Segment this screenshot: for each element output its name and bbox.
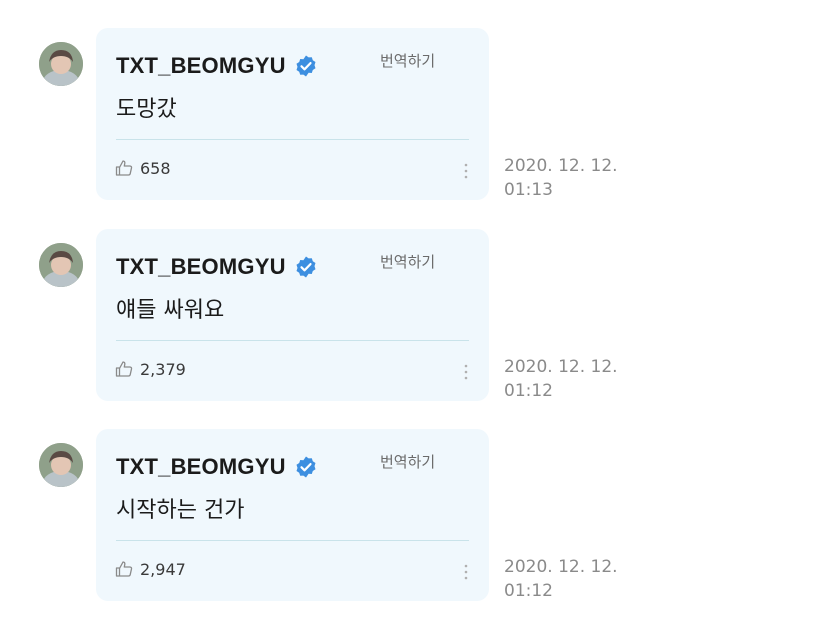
translate-button[interactable]: 번역하기 bbox=[380, 50, 435, 71]
like-count: 658 bbox=[140, 158, 171, 178]
avatar[interactable] bbox=[39, 443, 83, 487]
author-row: TXT_BEOMGYU bbox=[116, 251, 318, 283]
author-row: TXT_BEOMGYU bbox=[116, 50, 318, 82]
thumbs-up-icon bbox=[114, 158, 134, 178]
verified-badge-icon bbox=[294, 455, 318, 479]
more-vertical-icon[interactable] bbox=[462, 562, 470, 582]
username[interactable]: TXT_BEOMGYU bbox=[116, 254, 286, 280]
avatar[interactable] bbox=[39, 243, 83, 287]
comment-item: TXT_BEOMGYU 번역하기 얘들 싸워요 2,379 2020. 12. … bbox=[0, 229, 827, 401]
comment-item: TXT_BEOMGYU 번역하기 시작하는 건가 2,947 2020. 12.… bbox=[0, 429, 827, 601]
username[interactable]: TXT_BEOMGYU bbox=[116, 454, 286, 480]
divider bbox=[116, 139, 469, 140]
comment-bubble: TXT_BEOMGYU 번역하기 도망갔 658 bbox=[96, 28, 489, 200]
comment-item: TXT_BEOMGYU 번역하기 도망갔 658 2020. 12. 12. 0… bbox=[0, 28, 827, 200]
comment-feed: TXT_BEOMGYU 번역하기 도망갔 658 2020. 12. 12. 0… bbox=[0, 0, 827, 625]
divider bbox=[116, 540, 469, 541]
username[interactable]: TXT_BEOMGYU bbox=[116, 53, 286, 79]
translate-button[interactable]: 번역하기 bbox=[380, 251, 435, 272]
like-button[interactable]: 658 bbox=[114, 157, 171, 179]
verified-badge-icon bbox=[294, 54, 318, 78]
comment-text: 도망갔 bbox=[116, 97, 177, 122]
comment-text: 얘들 싸워요 bbox=[116, 298, 225, 323]
like-count: 2,947 bbox=[140, 559, 186, 579]
timestamp: 2020. 12. 12. 01:12 bbox=[504, 557, 618, 601]
translate-button[interactable]: 번역하기 bbox=[380, 451, 435, 472]
timestamp: 2020. 12. 12. 01:12 bbox=[504, 357, 618, 401]
thumbs-up-icon bbox=[114, 359, 134, 379]
more-vertical-icon[interactable] bbox=[462, 161, 470, 181]
comment-bubble: TXT_BEOMGYU 번역하기 얘들 싸워요 2,379 bbox=[96, 229, 489, 401]
more-vertical-icon[interactable] bbox=[462, 362, 470, 382]
comment-bubble: TXT_BEOMGYU 번역하기 시작하는 건가 2,947 bbox=[96, 429, 489, 601]
thumbs-up-icon bbox=[114, 559, 134, 579]
divider bbox=[116, 340, 469, 341]
avatar[interactable] bbox=[39, 42, 83, 86]
timestamp: 2020. 12. 12. 01:13 bbox=[504, 156, 618, 200]
author-row: TXT_BEOMGYU bbox=[116, 451, 318, 483]
comment-text: 시작하는 건가 bbox=[116, 498, 245, 523]
like-button[interactable]: 2,379 bbox=[114, 358, 186, 380]
like-count: 2,379 bbox=[140, 359, 186, 379]
verified-badge-icon bbox=[294, 255, 318, 279]
like-button[interactable]: 2,947 bbox=[114, 558, 186, 580]
